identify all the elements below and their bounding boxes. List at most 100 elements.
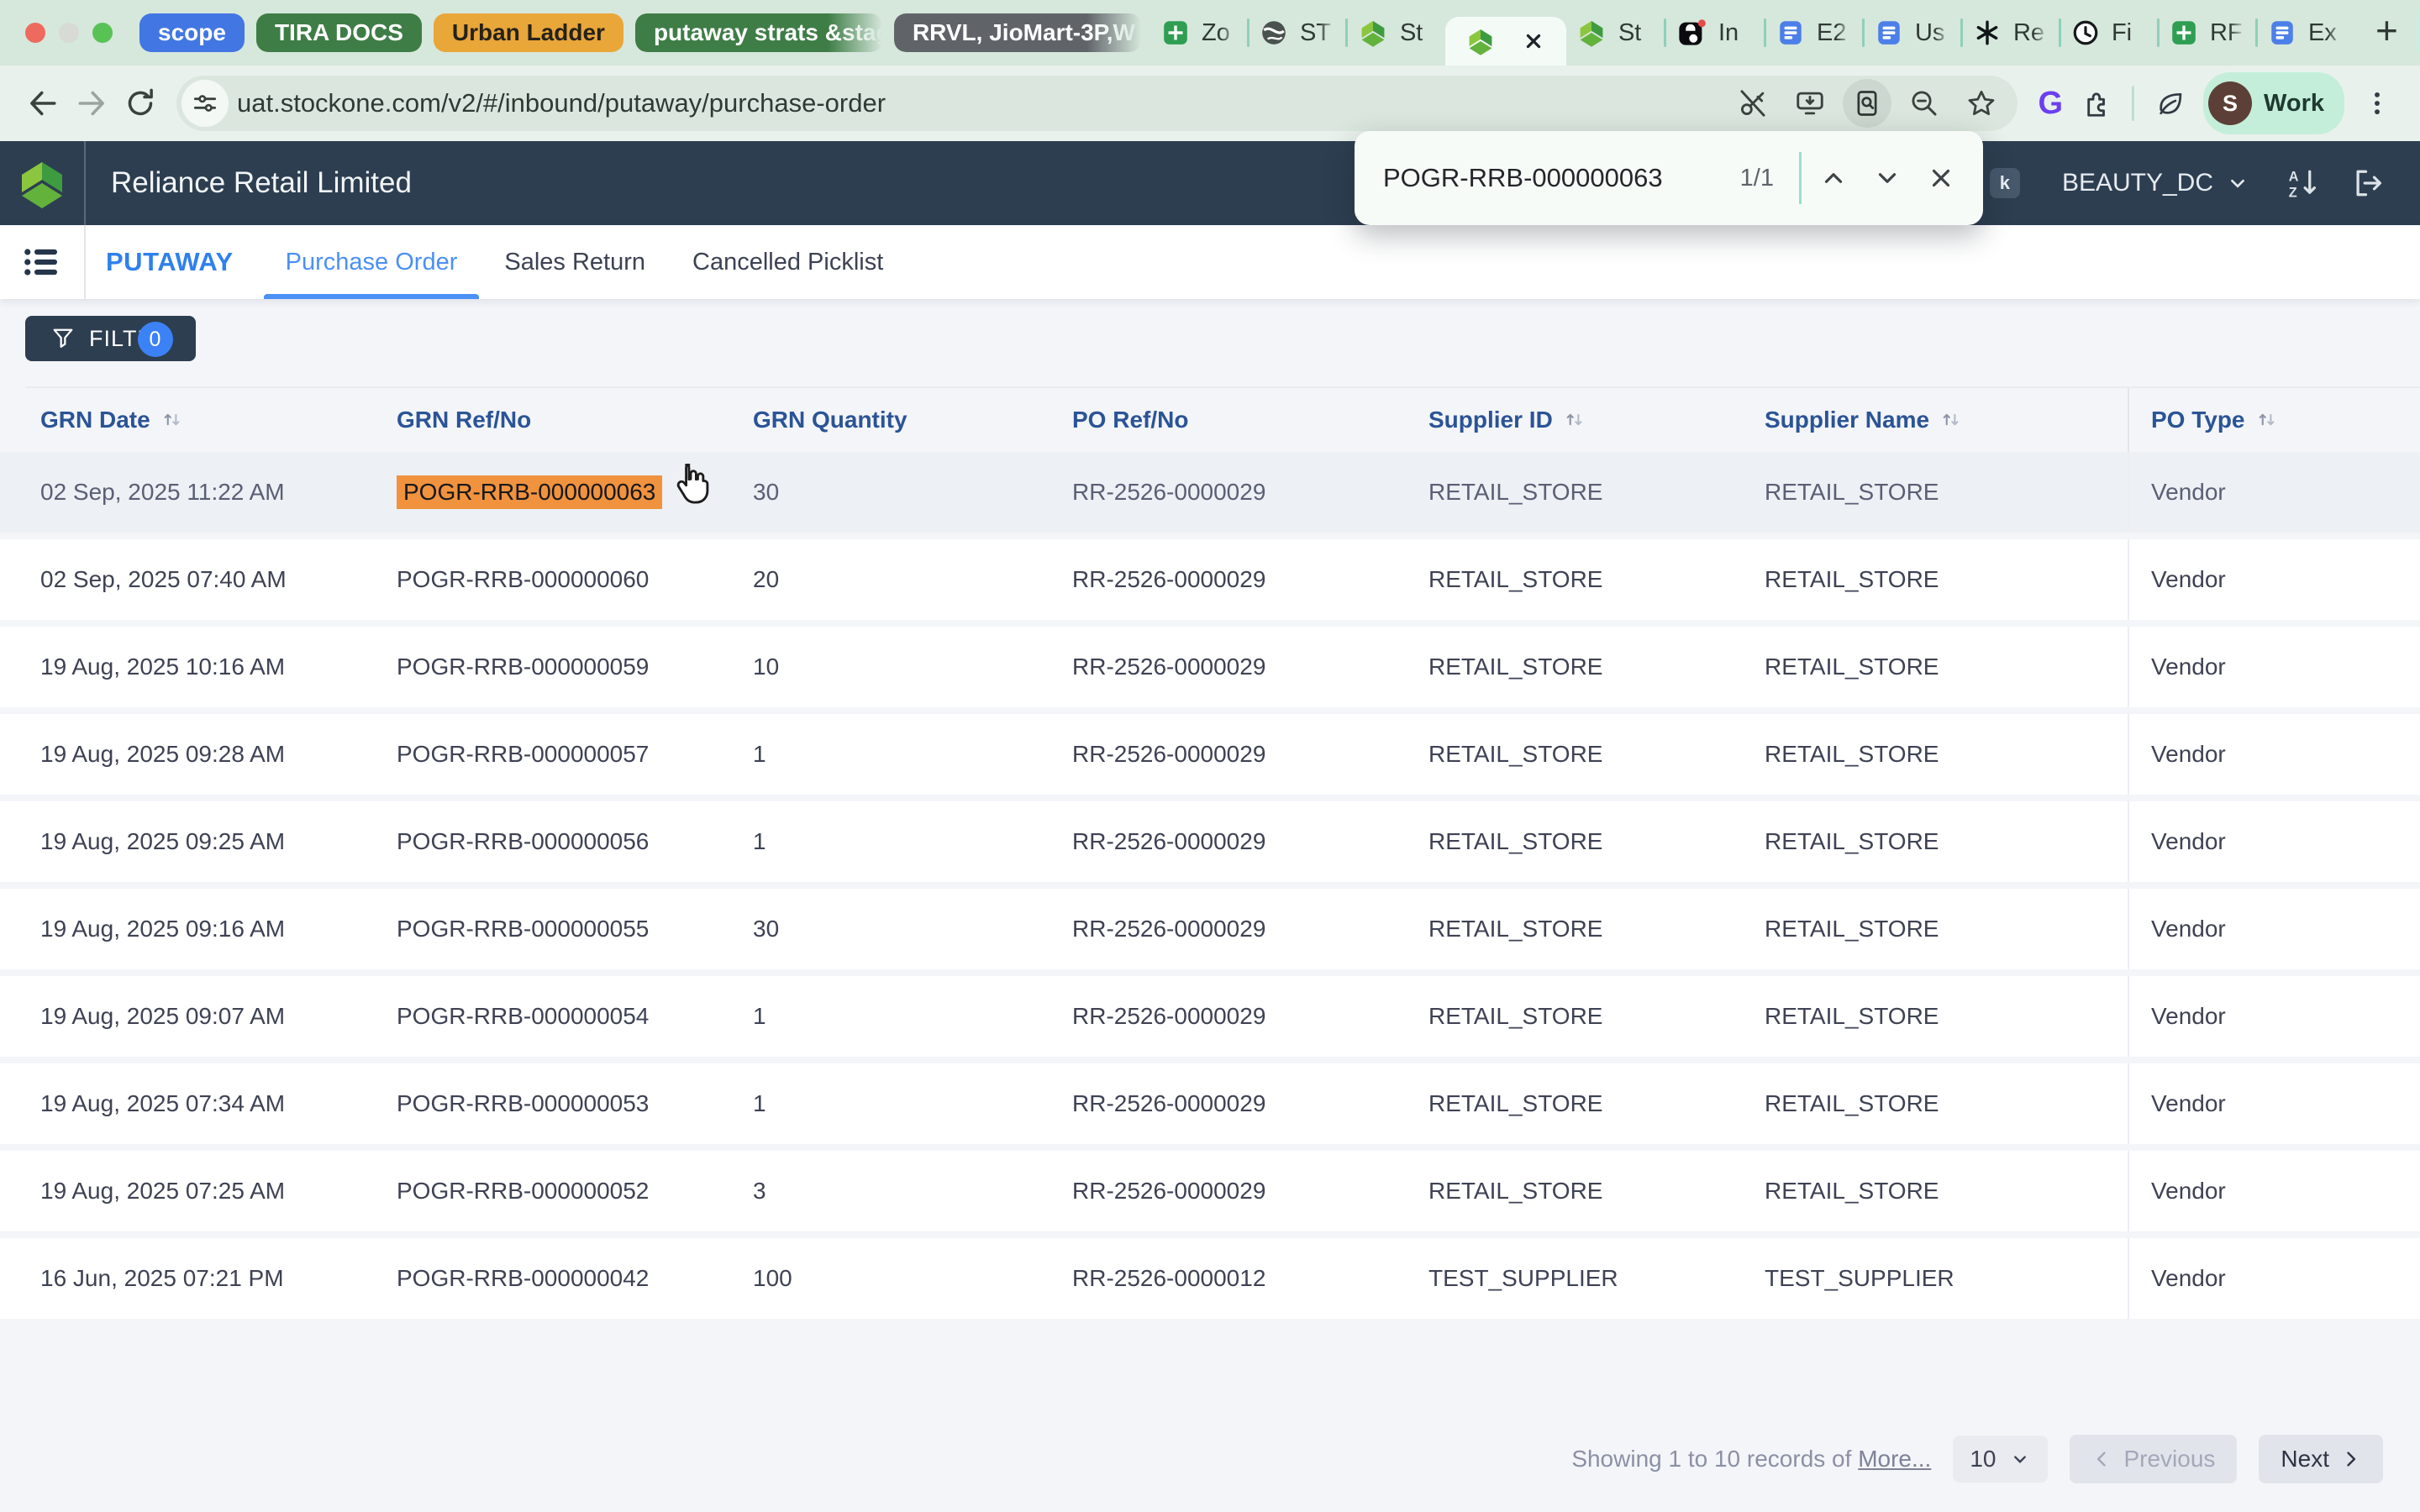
- performance-leaf-icon[interactable]: [2146, 79, 2195, 128]
- column-header-supplier-name[interactable]: Supplier Name: [1724, 388, 2128, 452]
- table-row[interactable]: 19 Aug, 2025 10:16 AMPOGR-RRB-0000000591…: [0, 627, 2420, 707]
- tab-group-pill[interactable]: putaway strats &stag: [635, 13, 882, 52]
- stockone-logo[interactable]: [0, 141, 86, 225]
- find-previous-button[interactable]: [1807, 151, 1860, 205]
- table-row[interactable]: 19 Aug, 2025 07:34 AMPOGR-RRB-0000000531…: [0, 1063, 2420, 1144]
- sort-arrows-icon[interactable]: [2255, 408, 2279, 432]
- browser-profile-button[interactable]: S Work: [2203, 72, 2344, 134]
- column-header-supplier-id[interactable]: Supplier ID: [1388, 388, 1724, 452]
- tab-group-pill[interactable]: scope: [139, 13, 245, 52]
- tab-title: In: [1718, 19, 1754, 47]
- column-label: Supplier ID: [1428, 407, 1553, 433]
- install-app-icon[interactable]: [1786, 79, 1834, 128]
- table-row[interactable]: 16 Jun, 2025 07:21 PMPOGR-RRB-0000000421…: [0, 1238, 2420, 1319]
- address-bar[interactable]: uat.stockone.com/v2/#/inbound/putaway/pu…: [176, 76, 2018, 131]
- tab-close-icon[interactable]: [1521, 29, 1546, 54]
- warehouse-selector[interactable]: BEAUTY_DC: [2062, 169, 2250, 197]
- incident-favicon: [1676, 18, 1707, 48]
- previous-page-button[interactable]: Previous: [2070, 1435, 2237, 1483]
- browser-tab[interactable]: RF: [2160, 0, 2255, 66]
- new-tab-button[interactable]: +: [2375, 8, 2398, 53]
- cell-grn-ref[interactable]: POGR-RRB-000000052: [356, 1151, 713, 1231]
- minimize-window-button[interactable]: [59, 23, 79, 43]
- find-in-page-icon[interactable]: [1843, 79, 1891, 128]
- close-window-button[interactable]: [25, 23, 45, 43]
- cell-supplier-id: RETAIL_STORE: [1388, 714, 1724, 795]
- table-row[interactable]: 19 Aug, 2025 09:16 AMPOGR-RRB-0000000553…: [0, 889, 2420, 969]
- cell-grn-ref[interactable]: POGR-RRB-000000056: [356, 801, 713, 882]
- logout-icon[interactable]: [2351, 166, 2385, 200]
- tab-group-pill[interactable]: TIRA DOCS: [256, 13, 422, 52]
- cell-grn-ref[interactable]: POGR-RRB-000000060: [356, 539, 713, 620]
- forward-icon[interactable]: [67, 79, 116, 128]
- tabs: ZoSTStStInE2UsReFiRFEx: [1151, 0, 2354, 66]
- cell-grn-ref[interactable]: POGR-RRB-000000055: [356, 889, 713, 969]
- cell-grn-ref[interactable]: POGR-RRB-000000054: [356, 976, 713, 1057]
- cell-grn-ref[interactable]: POGR-RRB-000000057: [356, 714, 713, 795]
- tab-title: St: [1618, 19, 1654, 47]
- module-tab-purchase-order[interactable]: Purchase Order: [262, 225, 481, 299]
- table-row[interactable]: 19 Aug, 2025 09:28 AMPOGR-RRB-0000000571…: [0, 714, 2420, 795]
- browser-tab[interactable]: In: [1666, 0, 1764, 66]
- url-text[interactable]: uat.stockone.com/v2/#/inbound/putaway/pu…: [237, 88, 1720, 118]
- cell-grn-qty: 30: [713, 452, 1032, 533]
- sort-az-icon[interactable]: A Z: [2286, 166, 2319, 200]
- module-tab-cancelled-picklist[interactable]: Cancelled Picklist: [669, 225, 907, 299]
- filter-button[interactable]: FILTER 0: [25, 316, 196, 361]
- zoom-window-button[interactable]: [92, 23, 113, 43]
- browser-tab[interactable]: Us: [1865, 0, 1960, 66]
- module-tab-sales-return[interactable]: Sales Return: [481, 225, 669, 299]
- sort-arrows-icon[interactable]: [160, 408, 184, 432]
- next-page-button[interactable]: Next: [2259, 1435, 2383, 1483]
- back-icon[interactable]: [18, 79, 67, 128]
- browser-tab[interactable]: Re: [1963, 0, 2059, 66]
- table-row[interactable]: 02 Sep, 2025 11:22 AMPOGR-RRB-0000000633…: [0, 452, 2420, 533]
- column-header-po-type[interactable]: PO Type: [2128, 388, 2420, 452]
- column-header-grn-date[interactable]: GRN Date: [0, 388, 356, 452]
- find-next-button[interactable]: [1860, 151, 1914, 205]
- tab-search-button[interactable]: [2417, 6, 2420, 60]
- find-close-button[interactable]: [1914, 151, 1968, 205]
- browser-tab[interactable]: ST: [1249, 0, 1345, 66]
- sort-arrows-icon[interactable]: [1563, 408, 1586, 432]
- extensions-puzzle-icon[interactable]: [2071, 79, 2120, 128]
- cell-grn-ref[interactable]: POGR-RRB-000000053: [356, 1063, 713, 1144]
- tab-group-pill[interactable]: RRVL, JioMart-3P,W: [894, 13, 1141, 52]
- cell-grn-date: 19 Aug, 2025 07:34 AM: [0, 1063, 356, 1144]
- browser-tab-active[interactable]: [1445, 17, 1566, 66]
- find-query-input[interactable]: POGR-RRB-000000063: [1383, 163, 1740, 193]
- table-body: 02 Sep, 2025 11:22 AMPOGR-RRB-0000000633…: [0, 452, 2420, 1326]
- grammarly-extension-icon[interactable]: G: [2038, 86, 2063, 122]
- table-row[interactable]: 19 Aug, 2025 07:25 AMPOGR-RRB-0000000523…: [0, 1151, 2420, 1231]
- browser-tab[interactable]: Ex: [2258, 0, 2354, 66]
- kbd-k: k: [1990, 168, 2020, 198]
- cell-grn-ref[interactable]: POGR-RRB-000000059: [356, 627, 713, 707]
- password-manager-icon[interactable]: [1728, 79, 1777, 128]
- site-settings-icon[interactable]: [182, 80, 229, 127]
- bookmark-star-icon[interactable]: [1957, 79, 2006, 128]
- browser-menu-icon[interactable]: [2353, 79, 2402, 128]
- cell-grn-ref[interactable]: POGR-RRB-000000042: [356, 1238, 713, 1319]
- reload-icon[interactable]: [116, 79, 165, 128]
- chevron-down-icon: [2417, 18, 2420, 47]
- page-content: FILTER 0 GRN DateGRN Ref/NoGRN QuantityP…: [0, 299, 2420, 1512]
- cell-grn-qty: 1: [713, 1063, 1032, 1144]
- cell-po-type: Vendor: [2128, 627, 2420, 707]
- zoom-out-icon[interactable]: [1900, 79, 1949, 128]
- table-row[interactable]: 19 Aug, 2025 09:25 AMPOGR-RRB-0000000561…: [0, 801, 2420, 882]
- browser-tab[interactable]: Fi: [2061, 0, 2157, 66]
- cell-grn-ref[interactable]: POGR-RRB-000000063: [356, 452, 713, 533]
- browser-tab[interactable]: E2: [1766, 0, 1862, 66]
- table-row[interactable]: 02 Sep, 2025 07:40 AMPOGR-RRB-0000000602…: [0, 539, 2420, 620]
- page-size-select[interactable]: 10: [1953, 1436, 2048, 1483]
- table-row[interactable]: 19 Aug, 2025 09:07 AMPOGR-RRB-0000000541…: [0, 976, 2420, 1057]
- browser-tab[interactable]: St: [1566, 0, 1664, 66]
- browser-tab[interactable]: St: [1348, 0, 1445, 66]
- menu-button[interactable]: [0, 225, 86, 299]
- cell-po-ref: RR-2526-0000029: [1032, 452, 1388, 533]
- sort-arrows-icon[interactable]: [1939, 408, 1963, 432]
- tab-group-pill[interactable]: Urban Ladder: [434, 13, 623, 52]
- browser-tab[interactable]: Zo: [1151, 0, 1247, 66]
- more-records-link[interactable]: More...: [1858, 1446, 1931, 1472]
- cell-supplier-name: RETAIL_STORE: [1724, 1063, 2128, 1144]
